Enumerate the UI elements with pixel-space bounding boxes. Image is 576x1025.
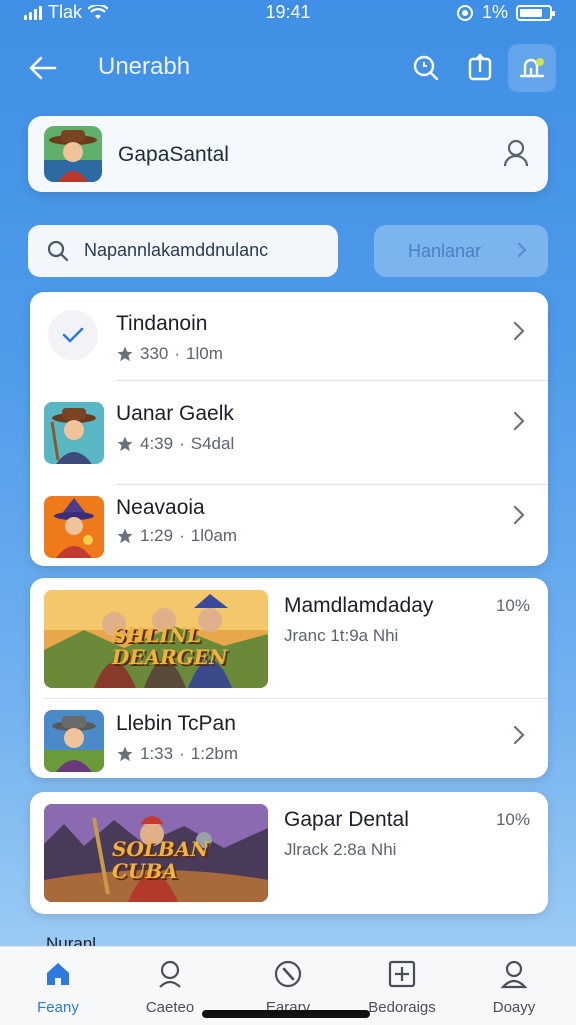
divider	[116, 484, 548, 485]
item-rating: 1:29	[140, 526, 174, 545]
filter-label: Hanlanar	[408, 241, 482, 261]
list-item[interactable]: Uanar Gaelk 4:39 · S4dal	[30, 386, 548, 480]
chevron-right-icon	[512, 320, 526, 347]
tab-caeteo[interactable]: Caeteo	[120, 959, 220, 1016]
clock: 19:41	[265, 2, 311, 22]
featured-subtitle: Jranc 1t:9a Nhi	[284, 626, 399, 645]
arrow-left-icon	[29, 56, 57, 80]
profile-card[interactable]: GapaSantal	[28, 116, 548, 192]
battery-icon	[516, 4, 555, 21]
star-icon	[117, 528, 133, 544]
search-icon	[413, 55, 439, 81]
chevron-right-icon	[512, 504, 526, 531]
featured-card: SOLBAN CUBA Gapar Dental Jlrack 2:8a Nhi…	[30, 792, 548, 914]
location-icon	[456, 4, 473, 21]
search-input[interactable]: Napannlakamddnulanc	[84, 240, 324, 261]
featured-percent: 10%	[495, 810, 530, 829]
game-thumbnail	[44, 710, 104, 772]
chevron-right-icon	[516, 241, 528, 264]
tab-label: Feany	[37, 999, 79, 1016]
divider	[44, 698, 548, 699]
check-icon	[48, 310, 98, 360]
filter-button[interactable]: Hanlanar	[374, 225, 548, 277]
status-bar: Tlak 19:41 1%	[0, 0, 576, 26]
tab-label: Doayy	[492, 999, 536, 1016]
tab-explore[interactable]: Eararv	[238, 959, 338, 1016]
star-icon	[117, 436, 133, 452]
home-icon	[8, 959, 108, 989]
item-meta: 1:29 · 1l0am	[116, 526, 237, 546]
account-button[interactable]	[502, 138, 530, 173]
featured-banner: SHLINL DEARGEN	[44, 590, 268, 688]
item-title: Uanar Gaelk	[116, 402, 234, 425]
featured-card: SHLINL DEARGEN Mamdlamdaday Jranc 1t:9a …	[30, 578, 548, 778]
page-title: Unerabh	[98, 53, 191, 80]
share-icon	[468, 53, 492, 81]
game-thumbnail	[44, 496, 104, 558]
item-meta: 4:39 · S4dal	[116, 434, 234, 454]
item-detail: 1:2bm	[190, 744, 239, 763]
featured-title: Gapar Dental	[284, 808, 409, 831]
chevron-right-icon	[512, 410, 526, 437]
section-label: Nuranl	[46, 934, 97, 946]
item-detail: S4dal	[190, 434, 235, 453]
top-bar: Unerabh	[0, 40, 576, 94]
back-button[interactable]	[22, 48, 62, 88]
game-list-card: Tindanoin 330 · 1l0m Uanar Gaelk 4:39 · S4…	[30, 292, 548, 566]
profile-icon	[464, 959, 564, 989]
item-detail: 1l0m	[186, 344, 223, 363]
search-button[interactable]	[406, 48, 446, 88]
featured-banner: SOLBAN CUBA	[44, 804, 268, 902]
plus-box-icon	[352, 959, 452, 989]
featured-title: Mamdlamdaday	[284, 594, 434, 617]
search-bar[interactable]: Napannlakamddnulanc	[28, 225, 338, 277]
item-title: Llebin TcPan	[116, 712, 236, 735]
item-rating: 1:33	[140, 744, 174, 763]
list-item[interactable]: Neavaoia 1:29 · 1l0am	[30, 488, 548, 566]
notifications-button[interactable]	[508, 44, 556, 92]
featured-percent: 10%	[495, 596, 530, 615]
featured-item[interactable]: SHLINL DEARGEN Mamdlamdaday Jranc 1t:9a …	[30, 578, 548, 698]
featured-subtitle: Jlrack 2:8a Nhi	[284, 840, 397, 859]
item-detail: 1l0am	[190, 526, 238, 545]
tab-profile[interactable]: Doayy	[464, 959, 564, 1016]
item-meta: 330 · 1l0m	[116, 344, 223, 364]
star-icon	[117, 746, 133, 762]
tab-home[interactable]: Feany	[8, 959, 108, 1016]
item-meta: 1:33 · 1:2bm	[116, 744, 238, 764]
avatar	[44, 126, 102, 182]
list-item[interactable]: Tindanoin 330 · 1l0m	[30, 292, 548, 380]
tab-add[interactable]: Bedoraigs	[352, 959, 452, 1016]
item-title: Neavaoia	[116, 496, 205, 519]
chevron-right-icon	[512, 724, 526, 751]
banner-text: SOLBAN CUBA	[112, 837, 209, 883]
item-rating: 330	[140, 344, 169, 363]
banner-text: SHLINL DEARGEN	[112, 623, 228, 669]
list-item[interactable]: Llebin TcPan 1:33 · 1:2bm	[30, 704, 548, 778]
compass-icon	[238, 959, 338, 989]
profile-name: GapaSantal	[118, 143, 229, 166]
divider	[116, 380, 548, 381]
user-icon	[503, 139, 529, 167]
featured-item[interactable]: SOLBAN CUBA Gapar Dental Jlrack 2:8a Nhi…	[30, 792, 548, 914]
star-icon	[117, 346, 133, 362]
battery-percent: 1%	[481, 2, 508, 22]
game-thumbnail	[44, 402, 104, 464]
share-button[interactable]	[460, 48, 500, 88]
notification-badge-icon	[519, 58, 545, 78]
item-title: Tindanoin	[116, 312, 208, 335]
search-icon	[46, 239, 70, 268]
person-icon	[120, 959, 220, 989]
home-indicator	[202, 1010, 370, 1018]
item-rating: 4:39	[140, 434, 174, 453]
